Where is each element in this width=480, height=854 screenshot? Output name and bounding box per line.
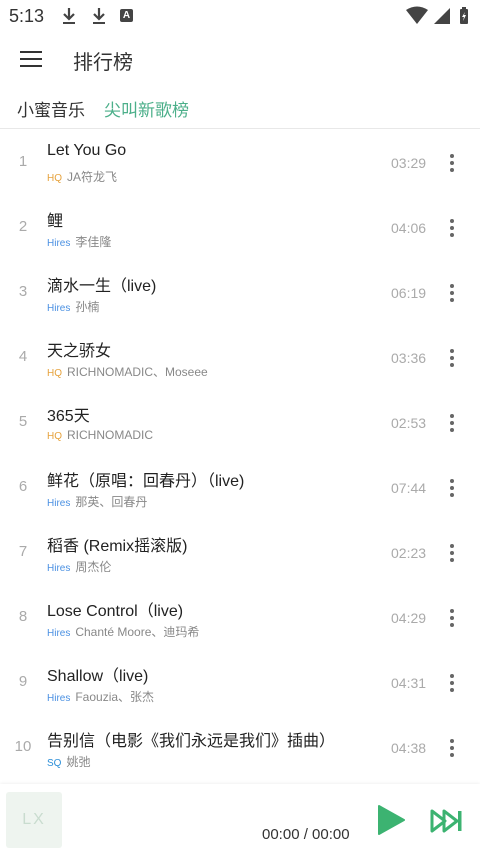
song-index: 2: [18, 218, 28, 235]
song-index: 10: [14, 738, 32, 755]
next-track-icon[interactable]: [430, 808, 464, 834]
signal-icon: [434, 8, 450, 24]
song-title: 鲤: [47, 213, 64, 230]
playback-time: 00:00 / 00:00: [262, 826, 350, 843]
song-duration: 07:44: [391, 480, 427, 496]
song-row[interactable]: 1 Let You Go HQ JA符龙飞 03:29: [0, 130, 480, 195]
song-index: 9: [18, 673, 28, 690]
quality-badge: SQ: [47, 758, 62, 769]
status-time: 5:13: [9, 6, 45, 26]
song-row[interactable]: 5 365天 HQ RICHNOMADIC 02:53: [0, 390, 480, 455]
song-meta: Hires 周杰伦: [47, 558, 111, 575]
song-meta: Hires 那英、回春丹: [47, 493, 147, 510]
more-options-icon[interactable]: [446, 282, 458, 304]
song-meta: HQ RICHNOMADIC: [47, 428, 153, 442]
song-meta: Hires 孙楠: [47, 298, 99, 315]
song-meta: HQ JA符龙飞: [47, 168, 117, 185]
quality-badge: Hires: [47, 498, 71, 509]
app-header: 排行榜: [0, 34, 480, 84]
song-duration: 02:53: [391, 415, 427, 431]
more-options-icon[interactable]: [446, 607, 458, 629]
song-meta: SQ 姚弛: [47, 753, 90, 770]
song-artist: JA符龙飞: [67, 170, 118, 184]
song-index: 3: [18, 283, 28, 300]
song-index: 7: [18, 543, 28, 560]
more-options-icon[interactable]: [446, 672, 458, 694]
song-row[interactable]: 10 告别信（电影《我们永远是我们》插曲） SQ 姚弛 04:38: [0, 715, 480, 780]
song-title: 鲜花（原唱：回春丹）（live): [47, 473, 245, 490]
song-duration: 04:38: [391, 740, 427, 756]
quality-badge: HQ: [47, 368, 62, 379]
song-title: Let You Go: [47, 142, 127, 159]
download-icon: [93, 8, 105, 24]
song-row[interactable]: 8 Lose Control（live) Hires Chanté Moore、迪…: [0, 585, 480, 650]
song-duration: 04:31: [391, 675, 427, 691]
song-duration: 06:19: [391, 285, 427, 301]
quality-badge: Hires: [47, 303, 71, 314]
song-artist: 孙楠: [75, 300, 100, 314]
song-title: Lose Control（live): [47, 603, 184, 620]
song-title: Shallow（live): [47, 668, 149, 685]
song-artist: 周杰伦: [75, 560, 112, 574]
song-artist: RICHNOMADIC: [67, 428, 153, 442]
song-index: 5: [18, 413, 28, 430]
status-bar: 5:13 A: [0, 0, 480, 34]
song-duration: 02:23: [391, 545, 427, 561]
more-options-icon[interactable]: [446, 737, 458, 759]
song-meta: Hires Chanté Moore、迪玛希: [47, 623, 199, 640]
song-index: 6: [18, 478, 28, 495]
more-options-icon[interactable]: [446, 217, 458, 239]
quality-badge: HQ: [47, 431, 62, 442]
song-artist: 那英、回春丹: [75, 495, 148, 509]
song-title: 稻香 (Remix摇滚版): [47, 538, 188, 555]
song-row[interactable]: 9 Shallow（live) Hires Faouzia、张杰 04:31: [0, 650, 480, 715]
tab-xiaomi-music[interactable]: 小蜜音乐: [17, 96, 85, 121]
song-artist: Faouzia、张杰: [75, 690, 155, 704]
song-artist: 李佳隆: [75, 235, 112, 249]
quality-badge: Hires: [47, 563, 71, 574]
song-duration: 03:36: [391, 350, 427, 366]
song-row[interactable]: 6 鲜花（原唱：回春丹）（live) Hires 那英、回春丹 07:44: [0, 455, 480, 520]
song-row[interactable]: 4 天之骄女 HQ RICHNOMADIC、Moseee 03:36: [0, 325, 480, 390]
song-row[interactable]: 3 滴水一生（live) Hires 孙楠 06:19: [0, 260, 480, 325]
tab-bar: 小蜜音乐 尖叫新歌榜: [0, 88, 480, 129]
more-options-icon[interactable]: [446, 477, 458, 499]
song-index: 8: [18, 608, 28, 625]
song-title: 365天: [47, 408, 90, 425]
player-bar: LX 00:00 / 00:00: [0, 784, 480, 854]
song-row[interactable]: 2 鲤 Hires 李佳隆 04:06: [0, 195, 480, 260]
song-title: 滴水一生（live): [47, 278, 157, 295]
page-title: 排行榜: [73, 52, 133, 74]
quality-badge: Hires: [47, 238, 71, 249]
more-options-icon[interactable]: [446, 347, 458, 369]
more-options-icon[interactable]: [446, 412, 458, 434]
song-duration: 04:29: [391, 610, 427, 626]
song-title: 告别信（电影《我们永远是我们》插曲）: [47, 733, 336, 750]
song-duration: 03:29: [391, 155, 427, 171]
wifi-icon: [406, 6, 428, 24]
song-artist: 姚弛: [66, 755, 91, 769]
song-index: 4: [18, 348, 28, 365]
song-index: 1: [18, 153, 28, 170]
song-row[interactable]: 7 稻香 (Remix摇滚版) Hires 周杰伦 02:23: [0, 520, 480, 585]
status-icons: [406, 6, 468, 24]
song-title: 天之骄女: [47, 343, 112, 360]
quality-badge: Hires: [47, 693, 71, 704]
tab-new-songs-chart[interactable]: 尖叫新歌榜: [104, 96, 189, 121]
song-duration: 04:06: [391, 220, 427, 236]
song-meta: Hires Faouzia、张杰: [47, 688, 154, 705]
notification-a-icon: A: [120, 9, 133, 22]
more-options-icon[interactable]: [446, 152, 458, 174]
song-meta: Hires 李佳隆: [47, 233, 111, 250]
song-meta: HQ RICHNOMADIC、Moseee: [47, 363, 208, 380]
song-artist: RICHNOMADIC、Moseee: [67, 365, 208, 379]
more-options-icon[interactable]: [446, 542, 458, 564]
quality-badge: Hires: [47, 628, 71, 639]
quality-badge: HQ: [47, 173, 62, 184]
play-icon[interactable]: [376, 804, 406, 836]
album-cover[interactable]: LX: [6, 792, 62, 848]
download-icon: [63, 8, 75, 24]
menu-icon[interactable]: [20, 49, 42, 69]
song-artist: Chanté Moore、迪玛希: [75, 625, 200, 639]
